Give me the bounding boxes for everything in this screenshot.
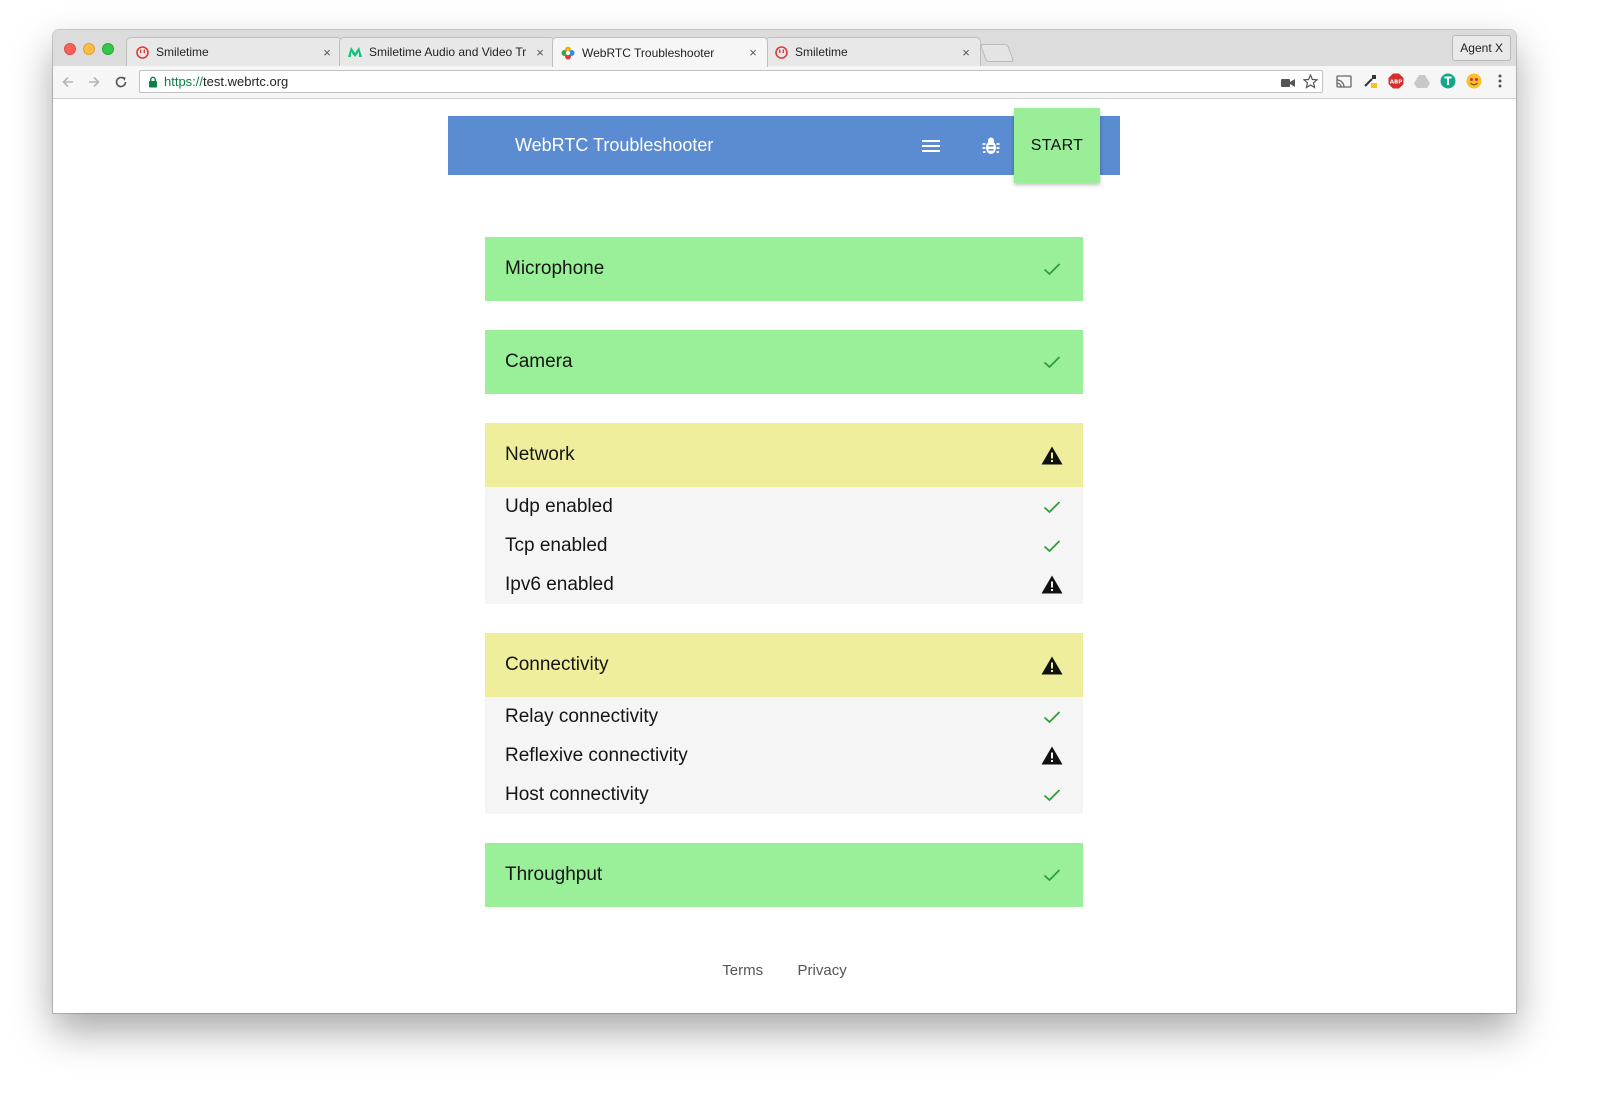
url-host: test.webrtc.org: [203, 74, 289, 89]
check-icon: [1041, 535, 1063, 557]
browser-window: Smiletime × Smiletime Audio and Video Tr…: [53, 30, 1516, 1013]
address-bar[interactable]: https://test.webrtc.org: [139, 70, 1323, 93]
terms-link[interactable]: Terms: [722, 962, 763, 979]
network-header[interactable]: Network: [485, 423, 1083, 487]
connectivity-header[interactable]: Connectivity: [485, 633, 1083, 697]
connectivity-details: Relay connectivity Reflexive connectivit…: [485, 697, 1083, 814]
bug-report-icon[interactable]: [980, 135, 1002, 157]
privacy-link[interactable]: Privacy: [798, 962, 847, 979]
tab-smiletime-1[interactable]: Smiletime ×: [126, 37, 342, 66]
check-icon: [1041, 258, 1063, 280]
zoom-window-button[interactable]: [102, 43, 114, 55]
list-item: Ipv6 enabled: [485, 565, 1083, 604]
app-title: WebRTC Troubleshooter: [515, 135, 714, 155]
close-window-button[interactable]: [64, 43, 76, 55]
tab-title: Smiletime: [795, 45, 848, 59]
microphone-header[interactable]: Microphone: [485, 237, 1083, 301]
browser-toolbar: https://test.webrtc.org ABP: [53, 66, 1516, 99]
section-label: Throughput: [505, 864, 603, 885]
app-toolbar: WebRTC Troubleshooter START: [448, 108, 1120, 183]
more-vertical-icon[interactable]: [1491, 72, 1509, 90]
camera-section[interactable]: Camera: [485, 330, 1083, 394]
warning-icon: [1041, 745, 1063, 767]
tab-close-icon[interactable]: ×: [534, 45, 546, 60]
url-text: https://test.webrtc.org: [164, 74, 288, 89]
grammar-extension-icon[interactable]: [1439, 72, 1457, 90]
drive-icon[interactable]: [1413, 72, 1431, 90]
tab-title: Smiletime Audio and Video Tr: [369, 45, 527, 59]
network-section[interactable]: Network Udp enabled Tcp enabled Ipv6 ena…: [485, 423, 1083, 604]
bookmark-star-icon[interactable]: [1302, 73, 1319, 94]
connectivity-section[interactable]: Connectivity Relay connectivity Reflexiv…: [485, 633, 1083, 814]
camera-header[interactable]: Camera: [485, 330, 1083, 394]
page-footer: Terms Privacy: [53, 962, 1516, 980]
test-label: Ipv6 enabled: [505, 573, 614, 595]
check-icon: [1041, 496, 1063, 518]
list-item: Udp enabled: [485, 487, 1083, 526]
list-item: Reflexive connectivity: [485, 736, 1083, 775]
test-label: Udp enabled: [505, 495, 613, 517]
tab-close-icon[interactable]: ×: [747, 45, 759, 60]
minimize-window-button[interactable]: [83, 43, 95, 55]
tab-close-icon[interactable]: ×: [321, 45, 333, 60]
adblock-icon[interactable]: ABP: [1387, 72, 1405, 90]
svg-text:ABP: ABP: [1390, 80, 1402, 86]
smiletime-icon: [135, 45, 149, 59]
tab-smiletime-2[interactable]: Smiletime ×: [765, 37, 981, 66]
section-label: Microphone: [505, 258, 605, 279]
check-icon: [1041, 706, 1063, 728]
list-item: Tcp enabled: [485, 526, 1083, 565]
tab-strip: Smiletime × Smiletime Audio and Video Tr…: [53, 30, 1516, 67]
forward-arrow-icon[interactable]: [85, 73, 103, 91]
check-icon: [1041, 864, 1063, 886]
test-label: Tcp enabled: [505, 534, 608, 556]
page-content: WebRTC Troubleshooter START Microphone C…: [53, 99, 1516, 1013]
tab-title: WebRTC Troubleshooter: [582, 45, 715, 60]
throughput-header[interactable]: Throughput: [485, 843, 1083, 907]
new-tab-button[interactable]: [979, 44, 1015, 62]
check-icon: [1041, 784, 1063, 806]
smiletime-icon: [774, 45, 788, 59]
warning-icon: [1041, 654, 1063, 676]
test-label: Reflexive connectivity: [505, 744, 688, 766]
tab-title: Smiletime: [156, 45, 209, 59]
warning-icon: [1041, 444, 1063, 466]
test-label: Host connectivity: [505, 783, 649, 805]
emoji-extension-icon[interactable]: [1465, 72, 1483, 90]
list-item: Relay connectivity: [485, 697, 1083, 736]
list-item: Host connectivity: [485, 775, 1083, 814]
profile-button[interactable]: Agent X: [1452, 35, 1511, 61]
tab-close-icon[interactable]: ×: [960, 45, 972, 60]
reload-icon[interactable]: [112, 73, 130, 91]
back-arrow-icon[interactable]: [59, 73, 77, 91]
network-details: Udp enabled Tcp enabled Ipv6 enabled: [485, 487, 1083, 604]
section-label: Camera: [505, 351, 573, 372]
section-label: Network: [505, 444, 575, 465]
test-label: Relay connectivity: [505, 705, 659, 727]
start-button[interactable]: START: [1014, 108, 1100, 183]
webrtc-icon: [561, 46, 575, 60]
lock-icon: [148, 76, 158, 88]
menu-icon[interactable]: [920, 136, 942, 156]
throughput-section[interactable]: Throughput: [485, 843, 1083, 907]
section-label: Connectivity: [505, 654, 609, 675]
tab-webrtc-troubleshooter[interactable]: WebRTC Troubleshooter ×: [552, 37, 768, 67]
check-icon: [1041, 351, 1063, 373]
microphone-section[interactable]: Microphone: [485, 237, 1083, 301]
tab-smiletime-audio-video[interactable]: Smiletime Audio and Video Tr ×: [339, 37, 555, 66]
extension-icons: ABP: [1335, 72, 1509, 90]
eyedropper-icon[interactable]: [1361, 72, 1379, 90]
url-scheme: https://: [164, 74, 204, 89]
camera-indicator-icon[interactable]: [1281, 75, 1295, 93]
cast-icon[interactable]: [1335, 72, 1353, 90]
medium-icon: [348, 45, 362, 59]
warning-icon: [1041, 574, 1063, 596]
